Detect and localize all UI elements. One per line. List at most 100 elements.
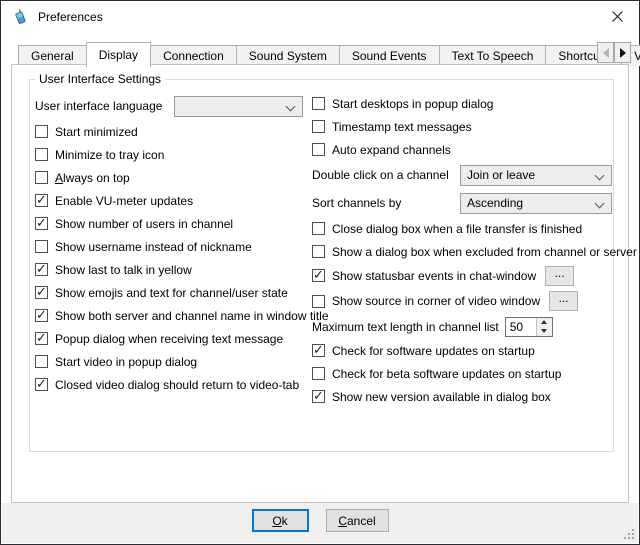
checkbox-show-user-count[interactable]: Show number of users in channel bbox=[35, 212, 307, 235]
sort-channels-row: Sort channels by Ascending bbox=[312, 189, 612, 217]
user-interface-settings-group: User Interface Settings User interface l… bbox=[29, 79, 614, 452]
cancel-label: Cancel bbox=[338, 514, 375, 528]
arrow-right-icon bbox=[620, 48, 626, 58]
button-strip: Ok Cancel bbox=[2, 503, 638, 543]
checkbox[interactable] bbox=[35, 286, 48, 299]
sort-channels-label: Sort channels by bbox=[312, 196, 460, 210]
checkbox-popup-text-message[interactable]: Popup dialog when receiving text message bbox=[35, 327, 307, 350]
checkbox-always-on-top[interactable]: Always on top bbox=[35, 166, 307, 189]
checkbox-check-beta-updates[interactable]: Check for beta software updates on start… bbox=[312, 362, 612, 385]
spin-up-button[interactable] bbox=[537, 318, 552, 327]
statusbar-events-browse-button[interactable]: ... bbox=[545, 266, 574, 286]
double-click-label: Double click on a channel bbox=[312, 168, 460, 182]
tab-text-to-speech[interactable]: Text To Speech bbox=[439, 45, 547, 66]
checkbox-label: Timestamp text messages bbox=[332, 120, 472, 134]
spinbox-value[interactable]: 50 bbox=[506, 318, 536, 336]
preferences-dialog: Preferences General Display Connection S… bbox=[0, 0, 640, 545]
tab-bar: General Display Connection Sound System … bbox=[11, 39, 629, 65]
checkbox-start-minimized[interactable]: Start minimized bbox=[35, 120, 307, 143]
arrow-down-icon bbox=[541, 329, 547, 336]
close-icon bbox=[612, 11, 623, 22]
checkbox-excluded-dialog[interactable]: Show a dialog box when excluded from cha… bbox=[312, 240, 612, 263]
checkbox-show-username[interactable]: Show username instead of nickname bbox=[35, 235, 307, 258]
checkbox-label: Enable VU-meter updates bbox=[55, 194, 193, 208]
checkbox[interactable] bbox=[312, 390, 325, 403]
checkbox[interactable] bbox=[35, 125, 48, 138]
group-legend: User Interface Settings bbox=[35, 72, 165, 86]
chevron-down-icon bbox=[595, 170, 605, 180]
ok-button[interactable]: Ok bbox=[252, 509, 309, 532]
sort-channels-combobox[interactable]: Ascending bbox=[460, 193, 612, 214]
checkbox-label: Start desktops in popup dialog bbox=[332, 97, 493, 111]
checkbox[interactable] bbox=[35, 194, 48, 207]
checkbox[interactable] bbox=[312, 120, 325, 133]
checkbox[interactable] bbox=[35, 217, 48, 230]
checkbox[interactable] bbox=[35, 309, 48, 322]
ellipsis-label: ... bbox=[559, 292, 569, 304]
checkbox-label: Show last to talk in yellow bbox=[55, 263, 192, 277]
checkbox[interactable] bbox=[35, 263, 48, 276]
checkbox-label: Show source in corner of video window bbox=[332, 294, 540, 308]
checkbox[interactable] bbox=[312, 295, 325, 308]
checkbox-label: Check for software updates on startup bbox=[332, 344, 535, 358]
checkbox-desktops-popup[interactable]: Start desktops in popup dialog bbox=[312, 92, 612, 115]
close-button[interactable] bbox=[600, 4, 634, 29]
statusbar-events-row: Show statusbar events in chat-window ... bbox=[312, 263, 612, 288]
checkbox-close-on-transfer[interactable]: Close dialog box when a file transfer is… bbox=[312, 217, 612, 240]
checkbox[interactable] bbox=[35, 378, 48, 391]
checkbox-label: Start minimized bbox=[55, 125, 138, 139]
spin-down-button[interactable] bbox=[537, 327, 552, 336]
checkbox-last-to-talk[interactable]: Show last to talk in yellow bbox=[35, 258, 307, 281]
video-source-browse-button[interactable]: ... bbox=[549, 291, 578, 311]
checkbox-label: Show new version available in dialog box bbox=[332, 390, 551, 404]
checkbox-closed-video-return[interactable]: Closed video dialog should return to vid… bbox=[35, 373, 307, 396]
checkbox-emojis-text-state[interactable]: Show emojis and text for channel/user st… bbox=[35, 281, 307, 304]
tab-general[interactable]: General bbox=[18, 45, 87, 66]
checkbox-server-channel-title[interactable]: Show both server and channel name in win… bbox=[35, 304, 307, 327]
checkbox[interactable] bbox=[35, 355, 48, 368]
checkbox-video-popup[interactable]: Start video in popup dialog bbox=[35, 350, 307, 373]
checkbox-label: Closed video dialog should return to vid… bbox=[55, 378, 299, 392]
right-column: Start desktops in popup dialog Timestamp… bbox=[312, 92, 612, 408]
checkbox[interactable] bbox=[312, 269, 325, 282]
cancel-button[interactable]: Cancel bbox=[326, 509, 389, 532]
walkie-talkie-icon bbox=[12, 9, 28, 25]
checkbox-minimize-to-tray[interactable]: Minimize to tray icon bbox=[35, 143, 307, 166]
double-click-combobox[interactable]: Join or leave bbox=[460, 165, 612, 186]
chevron-down-icon bbox=[286, 101, 296, 111]
checkbox[interactable] bbox=[35, 171, 48, 184]
checkbox[interactable] bbox=[312, 245, 325, 258]
checkbox-new-version-dialog[interactable]: Show new version available in dialog box bbox=[312, 385, 612, 408]
checkbox[interactable] bbox=[312, 143, 325, 156]
checkbox[interactable] bbox=[312, 97, 325, 110]
checkbox[interactable] bbox=[312, 367, 325, 380]
tab-scroll-right-button[interactable] bbox=[614, 42, 631, 63]
tab-display[interactable]: Display bbox=[86, 42, 151, 67]
checkbox-timestamp-messages[interactable]: Timestamp text messages bbox=[312, 115, 612, 138]
checkbox[interactable] bbox=[35, 240, 48, 253]
language-row: User interface language bbox=[35, 92, 307, 120]
checkbox-label: Always on top bbox=[55, 171, 130, 185]
max-text-length-spinbox[interactable]: 50 bbox=[505, 317, 553, 337]
checkbox[interactable] bbox=[35, 148, 48, 161]
language-combobox[interactable] bbox=[174, 96, 303, 117]
checkbox-vu-meter-updates[interactable]: Enable VU-meter updates bbox=[35, 189, 307, 212]
checkbox-label: Close dialog box when a file transfer is… bbox=[332, 222, 582, 236]
tab-sound-events[interactable]: Sound Events bbox=[339, 45, 440, 66]
checkbox-label: Show a dialog box when excluded from cha… bbox=[332, 245, 637, 259]
checkbox-label: Show number of users in channel bbox=[55, 217, 233, 231]
video-source-row: Show source in corner of video window ..… bbox=[312, 288, 612, 314]
checkbox[interactable] bbox=[35, 332, 48, 345]
tab-scroll-left-button[interactable] bbox=[597, 42, 614, 63]
checkbox-label: Show both server and channel name in win… bbox=[55, 309, 329, 323]
checkbox[interactable] bbox=[312, 344, 325, 357]
arrow-up-icon bbox=[541, 317, 547, 324]
titlebar[interactable]: Preferences bbox=[1, 1, 639, 32]
checkbox-check-updates[interactable]: Check for software updates on startup bbox=[312, 339, 612, 362]
checkbox[interactable] bbox=[312, 222, 325, 235]
tab-scroll-arrows bbox=[597, 42, 631, 63]
resize-grip[interactable] bbox=[622, 527, 634, 539]
checkbox-auto-expand-channels[interactable]: Auto expand channels bbox=[312, 138, 612, 161]
tab-connection[interactable]: Connection bbox=[150, 45, 237, 66]
tab-sound-system[interactable]: Sound System bbox=[236, 45, 340, 66]
